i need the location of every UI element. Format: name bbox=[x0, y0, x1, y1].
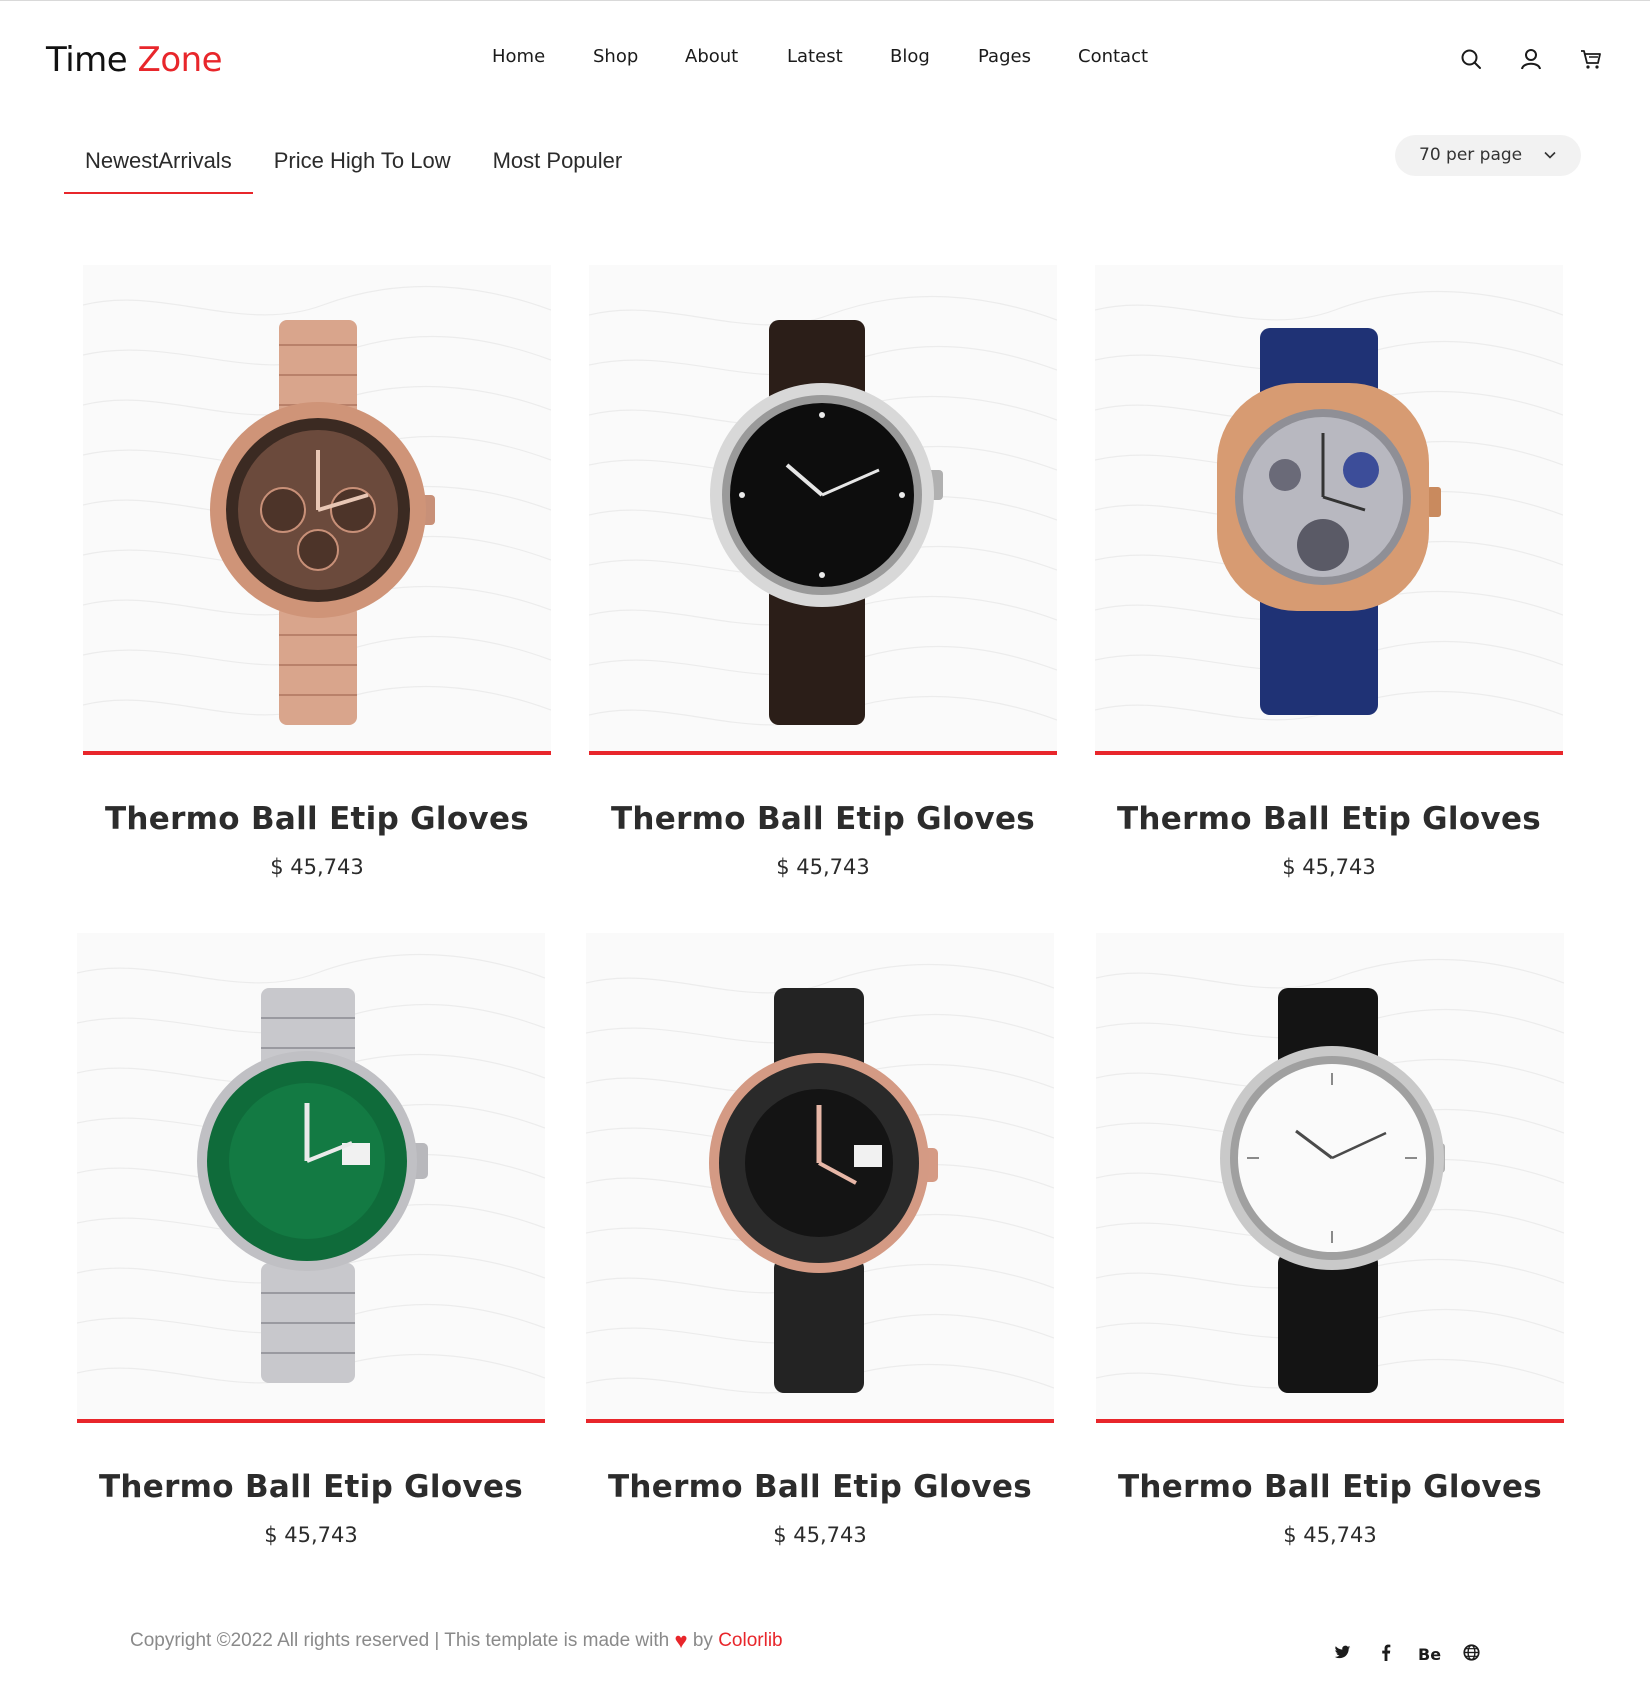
product-price: $ 45,743 bbox=[773, 1523, 867, 1547]
product-image[interactable] bbox=[1095, 265, 1563, 755]
colorlib-link[interactable]: Colorlib bbox=[718, 1630, 782, 1651]
facebook-icon[interactable] bbox=[1375, 1644, 1396, 1665]
product-title[interactable]: Thermo Ball Etip Gloves bbox=[586, 1469, 1054, 1505]
product-price: $ 45,743 bbox=[270, 855, 364, 879]
logo-part-time: Time bbox=[46, 40, 128, 80]
sort-tabs: NewestArrivals Price High To Low Most Po… bbox=[64, 138, 643, 194]
cart-icon[interactable] bbox=[1580, 48, 1602, 70]
user-icon[interactable] bbox=[1520, 48, 1542, 70]
nav-about[interactable]: About bbox=[685, 46, 787, 67]
main-nav: Home Shop About Latest Blog Pages Contac… bbox=[492, 46, 1168, 67]
product-image[interactable] bbox=[1096, 933, 1564, 1423]
site-logo[interactable]: Time Zone bbox=[46, 40, 223, 80]
nav-contact[interactable]: Contact bbox=[1078, 46, 1168, 67]
product-title[interactable]: Thermo Ball Etip Gloves bbox=[77, 1469, 545, 1505]
nav-home[interactable]: Home bbox=[492, 46, 593, 67]
behance-icon[interactable]: Be bbox=[1418, 1645, 1441, 1664]
product-title[interactable]: Thermo Ball Etip Gloves bbox=[83, 801, 551, 837]
watch-everose-rubber bbox=[709, 988, 938, 1393]
globe-icon[interactable] bbox=[1461, 1644, 1482, 1665]
watch-green-submariner bbox=[197, 988, 428, 1383]
by-text: by bbox=[692, 1630, 713, 1651]
nav-shop[interactable]: Shop bbox=[593, 46, 685, 67]
watch-skeleton-blue-strap bbox=[1217, 328, 1441, 715]
tab-newest-arrivals[interactable]: NewestArrivals bbox=[64, 138, 253, 194]
per-page-select[interactable]: 70 per page bbox=[1395, 135, 1581, 176]
social-links: Be bbox=[1332, 1644, 1482, 1665]
product-price: $ 45,743 bbox=[1283, 1523, 1377, 1547]
chevron-down-icon bbox=[1544, 151, 1556, 159]
twitter-icon[interactable] bbox=[1332, 1645, 1353, 1664]
site-header: Time Zone Home Shop About Latest Blog Pa… bbox=[0, 0, 1650, 120]
product-title[interactable]: Thermo Ball Etip Gloves bbox=[1095, 801, 1563, 837]
heart-icon: ♥ bbox=[674, 1628, 688, 1653]
product-image[interactable] bbox=[589, 265, 1057, 755]
tab-most-popular[interactable]: Most Populer bbox=[472, 138, 644, 194]
product-price: $ 45,743 bbox=[264, 1523, 358, 1547]
copyright-text: Copyright ©2022 All rights reserved | Th… bbox=[130, 1630, 670, 1651]
per-page-value: 70 per page bbox=[1419, 145, 1523, 165]
watch-black-dial-leather bbox=[710, 320, 943, 725]
product-price: $ 45,743 bbox=[1282, 855, 1376, 879]
watch-rose-gold-chronograph bbox=[210, 320, 435, 725]
nav-latest[interactable]: Latest bbox=[787, 46, 890, 67]
product-price: $ 45,743 bbox=[776, 855, 870, 879]
search-icon[interactable] bbox=[1460, 48, 1482, 70]
footer-copyright: Copyright ©2022 All rights reserved | Th… bbox=[130, 1628, 783, 1654]
nav-pages[interactable]: Pages bbox=[978, 46, 1078, 67]
nav-blog[interactable]: Blog bbox=[890, 46, 978, 67]
tab-price-high-to-low[interactable]: Price High To Low bbox=[253, 138, 472, 194]
watch-white-dial-leather bbox=[1220, 988, 1445, 1393]
header-actions bbox=[1460, 48, 1602, 70]
logo-part-zone: Zone bbox=[137, 40, 223, 80]
product-image[interactable] bbox=[586, 933, 1054, 1423]
product-title[interactable]: Thermo Ball Etip Gloves bbox=[589, 801, 1057, 837]
product-image[interactable] bbox=[83, 265, 551, 755]
product-title[interactable]: Thermo Ball Etip Gloves bbox=[1096, 1469, 1564, 1505]
product-image[interactable] bbox=[77, 933, 545, 1423]
